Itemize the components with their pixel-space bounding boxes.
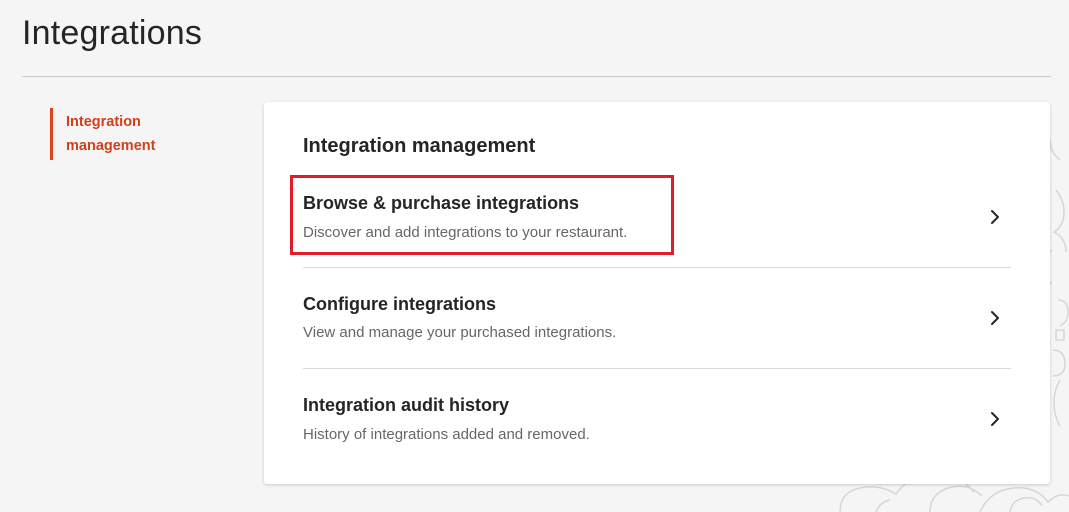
row-title: Browse & purchase integrations	[303, 193, 580, 213]
chevron-right-icon	[991, 311, 999, 325]
chevron-right-icon	[991, 210, 999, 224]
row-description: View and manage your purchased integrati…	[303, 324, 617, 341]
row-divider	[303, 267, 1011, 268]
sidebar-nav: Integration management	[50, 108, 200, 160]
row-description: Discover and add integrations to your re…	[303, 224, 628, 241]
integration-management-card: Integration management Browse & purchase…	[264, 102, 1050, 484]
page-title: Integrations	[22, 14, 203, 52]
browse-purchase-integrations-row[interactable]: Browse & purchase integrations Discover …	[303, 182, 1011, 282]
integration-audit-history-row[interactable]: Integration audit history History of int…	[303, 384, 1011, 484]
chevron-right-icon	[991, 412, 999, 426]
configure-integrations-row[interactable]: Configure integrations View and manage y…	[303, 283, 1011, 383]
header-divider	[22, 76, 1051, 77]
row-title: Configure integrations	[303, 294, 496, 314]
row-title: Integration audit history	[303, 395, 510, 415]
sidebar-item-integration-management[interactable]: Integration management	[50, 108, 200, 160]
card-title: Integration management	[303, 135, 536, 157]
sidebar-item-label: Integration management	[66, 114, 156, 154]
integrations-page: Integrations Integration management Inte…	[0, 0, 1069, 512]
row-divider	[303, 368, 1011, 369]
row-description: History of integrations added and remove…	[303, 426, 590, 443]
